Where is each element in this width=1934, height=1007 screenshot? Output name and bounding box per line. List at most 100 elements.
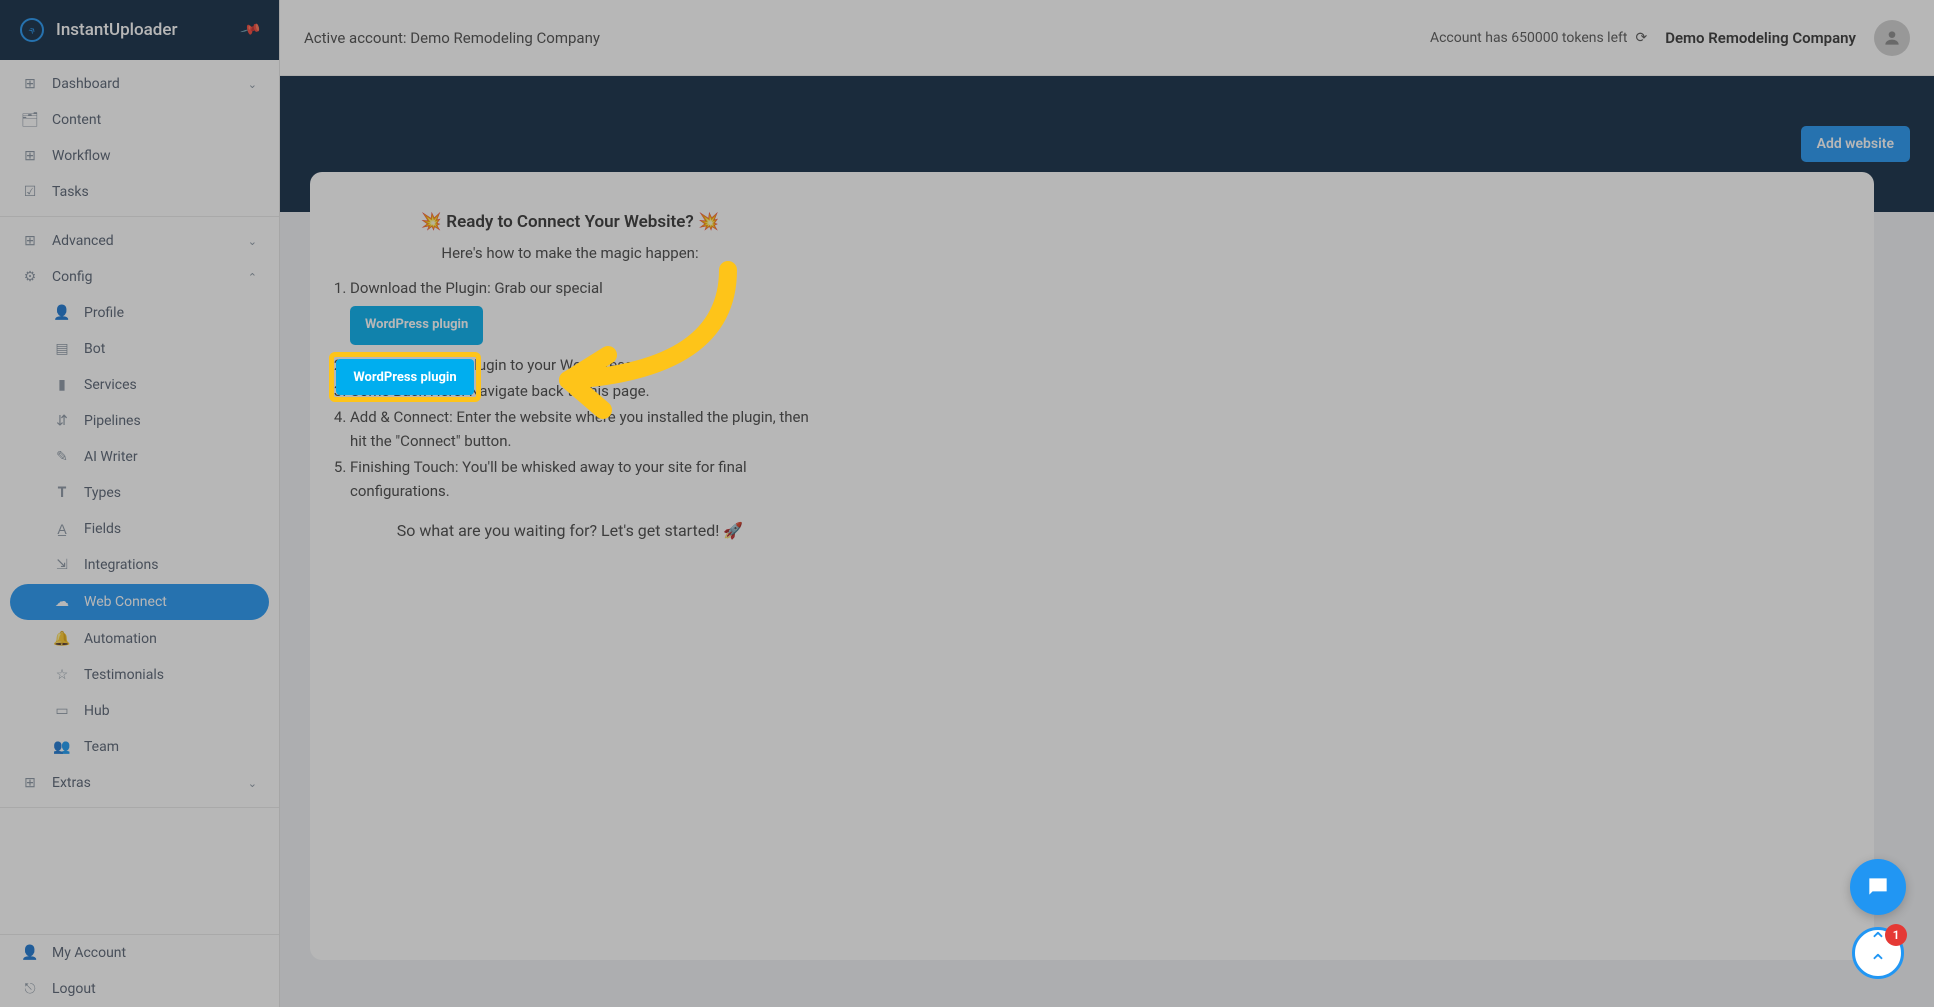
sidebar-item-label: Bot xyxy=(84,341,105,357)
brand-name: InstantUploader xyxy=(56,20,178,40)
sidebar-item-label: Automation xyxy=(84,631,157,647)
integrations-icon: ⇲ xyxy=(54,557,70,573)
sidebar-item-extras[interactable]: ⊞ Extras ⌄ xyxy=(0,765,279,801)
wordpress-plugin-button[interactable]: WordPress plugin xyxy=(350,306,483,345)
logout-icon: ⎋ xyxy=(22,981,38,997)
card-subtitle: Here's how to make the magic happen: xyxy=(330,244,810,262)
sidebar-item-my-account[interactable]: 👤 My Account xyxy=(0,935,279,971)
nav-section-advanced: ⊞ Advanced ⌄ ⚙ Config ⌃ 👤 Profile ▤ Bot … xyxy=(0,217,279,808)
grid-icon: ⊞ xyxy=(22,233,38,249)
floating-actions: ⌃⌃ 1 xyxy=(1850,859,1906,979)
folder-icon: 🗂 xyxy=(22,112,38,128)
sidebar-item-label: Testimonials xyxy=(84,667,164,683)
notification-button[interactable]: ⌃⌃ 1 xyxy=(1852,927,1904,979)
sidebar-sub-integrations[interactable]: ⇲ Integrations xyxy=(0,547,279,583)
sidebar-item-label: AI Writer xyxy=(84,449,138,465)
topbar: Active account: Demo Remodeling Company … xyxy=(280,0,1934,76)
star-icon: ☆ xyxy=(54,667,70,683)
sidebar-sub-profile[interactable]: 👤 Profile xyxy=(0,295,279,331)
sidebar-sub-ai-writer[interactable]: ✎ AI Writer xyxy=(0,439,279,475)
step-item: Install It: Add the plugin to your WordP… xyxy=(350,353,810,377)
pin-icon[interactable]: 📌 xyxy=(239,19,262,42)
content-scroll: 💥 Ready to Connect Your Website? 💥 Here'… xyxy=(280,172,1934,1007)
add-website-button[interactable]: Add website xyxy=(1801,126,1910,162)
sidebar-item-label: Advanced xyxy=(52,233,114,249)
step-item: Finishing Touch: You'll be whisked away … xyxy=(350,455,810,503)
sidebar-sub-web-connect[interactable]: ☁ Web Connect xyxy=(10,584,269,620)
company-name[interactable]: Demo Remodeling Company xyxy=(1665,29,1856,47)
main-content: Active account: Demo Remodeling Company … xyxy=(280,0,1934,1007)
sidebar-item-label: Types xyxy=(84,485,121,501)
chat-button[interactable] xyxy=(1850,859,1906,915)
sidebar-item-label: Tasks xyxy=(52,184,89,200)
cloud-icon: ☁ xyxy=(54,594,70,610)
sidebar-sub-pipelines[interactable]: ⇵ Pipelines xyxy=(0,403,279,439)
tokens-remaining: Account has 650000 tokens left ⟳ xyxy=(1430,30,1647,46)
user-icon: 👤 xyxy=(22,945,38,961)
chevron-down-icon: ⌄ xyxy=(248,777,257,790)
team-icon: 👥 xyxy=(54,739,70,755)
sidebar-item-label: Profile xyxy=(84,305,124,321)
sidebar-item-label: Logout xyxy=(52,981,96,997)
sidebar-item-config[interactable]: ⚙ Config ⌃ xyxy=(0,259,279,295)
nav-section-main: ⊞ Dashboard ⌄ 🗂 Content ⊞ Workflow ☑ Tas… xyxy=(0,60,279,217)
gear-icon: ⚙ xyxy=(22,269,38,285)
sidebar-sub-bot[interactable]: ▤ Bot xyxy=(0,331,279,367)
sidebar-sub-testimonials[interactable]: ☆ Testimonials xyxy=(0,657,279,693)
avatar[interactable] xyxy=(1874,20,1910,56)
sidebar-item-advanced[interactable]: ⊞ Advanced ⌄ xyxy=(0,223,279,259)
bell-icon: 🔔 xyxy=(54,631,70,647)
sidebar-item-label: Hub xyxy=(84,703,110,719)
sidebar-footer: 👤 My Account ⎋ Logout xyxy=(0,934,279,1007)
refresh-icon[interactable]: ⟳ xyxy=(1635,30,1647,46)
sidebar-sub-services[interactable]: ▮ Services xyxy=(0,367,279,403)
chevron-down-icon: ⌄ xyxy=(248,235,257,248)
sidebar-item-label: Content xyxy=(52,112,101,128)
types-icon: 𝐓 xyxy=(54,485,70,501)
check-icon: ☑ xyxy=(22,184,38,200)
chat-icon xyxy=(1865,874,1891,900)
sidebar-item-label: My Account xyxy=(52,945,126,961)
step-item: Add & Connect: Enter the website where y… xyxy=(350,405,810,453)
card-closing: So what are you waiting for? Let's get s… xyxy=(330,521,810,540)
step-item: Download the Plugin: Grab our special Wo… xyxy=(350,276,810,351)
step-text: Download the Plugin: Grab our special xyxy=(350,279,603,297)
sidebar-item-content[interactable]: 🗂 Content xyxy=(0,102,279,138)
workflow-icon: ⊞ xyxy=(22,148,38,164)
chevron-down-icon: ⌄ xyxy=(248,78,257,91)
pencil-icon: ✎ xyxy=(54,449,70,465)
steps-list: Download the Plugin: Grab our special Wo… xyxy=(330,276,810,503)
sidebar-item-label: Dashboard xyxy=(52,76,120,92)
tokens-text: Account has 650000 tokens left xyxy=(1430,30,1628,46)
sidebar-item-dashboard[interactable]: ⊞ Dashboard ⌄ xyxy=(0,66,279,102)
active-account-label: Active account: Demo Remodeling Company xyxy=(304,29,600,47)
notification-badge: 1 xyxy=(1885,924,1907,946)
fields-icon: A̲ xyxy=(54,521,70,537)
sidebar-item-label: Config xyxy=(52,269,92,285)
sidebar-sub-types[interactable]: 𝐓 Types xyxy=(0,475,279,511)
sidebar-item-tasks[interactable]: ☑ Tasks xyxy=(0,174,279,210)
sidebar-sub-automation[interactable]: 🔔 Automation xyxy=(0,621,279,657)
pipelines-icon: ⇵ xyxy=(54,413,70,429)
sidebar-sub-team[interactable]: 👥 Team xyxy=(0,729,279,765)
sidebar-item-label: Team xyxy=(84,739,119,755)
sidebar-sub-hub[interactable]: ▭ Hub xyxy=(0,693,279,729)
user-icon: 👤 xyxy=(54,305,70,321)
sidebar-item-logout[interactable]: ⎋ Logout xyxy=(0,971,279,1007)
user-avatar-icon xyxy=(1882,28,1902,48)
sidebar-item-label: Services xyxy=(84,377,137,393)
sidebar-item-label: Web Connect xyxy=(84,594,167,610)
services-icon: ▮ xyxy=(54,377,70,393)
sidebar-sub-fields[interactable]: A̲ Fields xyxy=(0,511,279,547)
instruction-card: 💥 Ready to Connect Your Website? 💥 Here'… xyxy=(310,172,1874,960)
hub-icon: ▭ xyxy=(54,703,70,719)
brand-logo-icon: » xyxy=(20,18,44,42)
card-title: 💥 Ready to Connect Your Website? 💥 xyxy=(330,212,810,232)
sidebar-item-label: Pipelines xyxy=(84,413,141,429)
sidebar: » InstantUploader 📌 ⊞ Dashboard ⌄ 🗂 Cont… xyxy=(0,0,280,1007)
grid-icon: ⊞ xyxy=(22,775,38,791)
topbar-right: Account has 650000 tokens left ⟳ Demo Re… xyxy=(1430,20,1910,56)
chevron-up-icon: ⌃ xyxy=(248,271,257,284)
sidebar-item-workflow[interactable]: ⊞ Workflow xyxy=(0,138,279,174)
sidebar-item-label: Extras xyxy=(52,775,91,791)
